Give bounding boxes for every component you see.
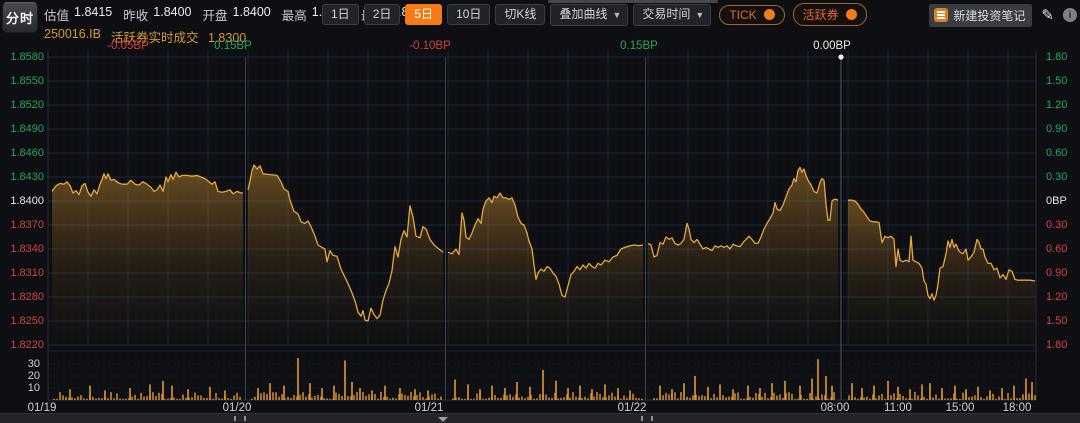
y-axis-label-left: 1.8550	[2, 75, 44, 87]
y-axis-label-right: 0.30	[1046, 219, 1067, 231]
y-axis-label-right: 1.80	[1046, 339, 1067, 351]
bp-change-label: -0.10BP	[409, 40, 451, 52]
y-axis-label-right: 1.50	[1046, 315, 1067, 327]
splitter-grip[interactable]	[234, 416, 246, 421]
y-axis-label-right: 1.20	[1046, 99, 1067, 111]
y-axis-label-right: 0.30	[1046, 171, 1067, 183]
volume-axis-label: 20	[2, 370, 40, 382]
bp-change-label: 0.15BP	[214, 40, 252, 52]
day-fill-01/20	[248, 165, 443, 345]
y-axis-label-right: 1.50	[1046, 75, 1067, 87]
current-time-marker	[838, 54, 843, 400]
y-axis-label-left: 1.8310	[2, 267, 44, 279]
pane-splitter-bar[interactable]	[0, 413, 1080, 423]
y-axis-label-left: 1.8220	[2, 339, 44, 351]
marker-dot	[838, 54, 843, 59]
y-axis-label-left: 1.8340	[2, 243, 44, 255]
day-fill-01/19	[52, 172, 243, 345]
y-axis-label-left: 1.8490	[2, 123, 44, 135]
y-axis-label-left: 1.8430	[2, 171, 44, 183]
bp-change-label: 0.15BP	[620, 40, 658, 52]
price-volume-chart[interactable]	[0, 0, 1080, 423]
y-axis-label-left: 1.8280	[2, 291, 44, 303]
y-axis-label-left: 1.8250	[2, 315, 44, 327]
y-axis-label-left: 1.8460	[2, 147, 44, 159]
y-axis-label-right: 0BP	[1046, 195, 1067, 207]
y-axis-label-left: 1.8370	[2, 219, 44, 231]
day-fill-01/22	[648, 167, 838, 345]
y-axis-label-right: 0.90	[1046, 267, 1067, 279]
volume-axis-label: 10	[2, 382, 40, 394]
bp-change-label: -0.05BP	[107, 40, 149, 52]
splitter-collapse-arrow[interactable]	[438, 417, 448, 422]
y-axis-label-right: 0.60	[1046, 147, 1067, 159]
y-axis-label-right: 0.60	[1046, 243, 1067, 255]
y-axis-label-left: 1.8400	[2, 195, 44, 207]
splitter-grip[interactable]	[641, 416, 653, 421]
y-axis-label-right: 1.80	[1046, 51, 1067, 63]
volume-axis-label: 30	[2, 358, 40, 370]
fenshi-chart-window: 分时 估值1.8415昨收1.8400开盘1.8400最高1.8400最低1.8…	[0, 0, 1080, 423]
y-axis-label-right: 0.90	[1046, 123, 1067, 135]
y-axis-label-left: 1.8580	[2, 51, 44, 63]
y-axis-label-right: 1.20	[1046, 291, 1067, 303]
y-axis-label-left: 1.8520	[2, 99, 44, 111]
bp-change-label: 0.00BP	[813, 40, 851, 52]
